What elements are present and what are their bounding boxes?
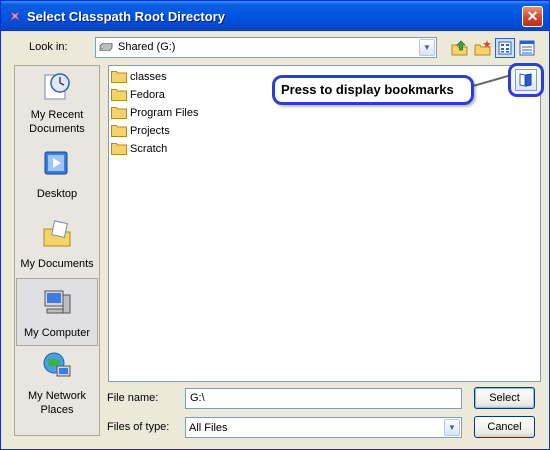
place-desktop[interactable]: Desktop <box>16 148 98 208</box>
app-icon <box>9 10 21 22</box>
file-name-input[interactable]: G:\ <box>185 388 462 409</box>
chevron-down-icon[interactable]: ▼ <box>419 39 435 56</box>
file-name: Program Files <box>130 106 199 119</box>
close-icon: ✕ <box>526 8 539 24</box>
callout-text: Press to display bookmarks <box>281 82 454 97</box>
look-in-dropdown[interactable]: Shared (G:) ▼ <box>95 37 437 58</box>
up-folder-button[interactable] <box>450 38 470 58</box>
bookmarks-button[interactable] <box>508 63 544 97</box>
chevron-down-icon[interactable]: ▼ <box>444 419 460 436</box>
list-item[interactable]: Program Files <box>111 106 198 122</box>
new-folder-icon <box>474 40 491 56</box>
place-recent-documents[interactable]: My Recent Documents <box>16 69 98 139</box>
bookmark-icon <box>515 69 537 91</box>
file-name: Fedora <box>130 88 165 101</box>
folder-icon <box>111 89 127 101</box>
files-of-type-value: All Files <box>189 422 228 434</box>
list-view-icon <box>498 41 512 55</box>
folder-icon <box>111 125 127 137</box>
recent-documents-icon <box>44 73 70 100</box>
details-view-button[interactable] <box>517 38 537 58</box>
bookmarks-callout: Press to display bookmarks <box>272 75 474 105</box>
my-computer-icon <box>44 290 71 314</box>
look-in-value: Shared (G:) <box>118 41 176 53</box>
files-of-type-dropdown[interactable]: All Files ▼ <box>185 417 462 438</box>
my-documents-icon <box>43 220 71 247</box>
list-view-button[interactable] <box>495 38 515 58</box>
look-in-label: Look in: <box>29 41 68 53</box>
desktop-icon <box>44 151 68 175</box>
place-label: My Network Places <box>27 390 87 416</box>
window-title: Select Classpath Root Directory <box>27 9 225 24</box>
place-label: My Computer <box>23 327 91 339</box>
folder-icon <box>111 71 127 83</box>
details-view-icon <box>519 40 535 56</box>
file-name: classes <box>130 70 167 83</box>
folder-icon <box>111 143 127 155</box>
place-my-computer[interactable]: My Computer <box>16 278 98 346</box>
title-bar[interactable]: Select Classpath Root Directory ✕ <box>1 1 549 31</box>
file-name: Scratch <box>130 142 168 155</box>
dialog-window: Select Classpath Root Directory ✕ Look i… <box>0 0 550 450</box>
up-folder-icon <box>451 40 468 56</box>
folder-icon <box>111 107 127 119</box>
place-label: My Recent Documents <box>29 109 85 135</box>
file-name: Projects <box>130 124 170 137</box>
close-button[interactable]: ✕ <box>522 6 543 27</box>
place-my-documents[interactable]: My Documents <box>16 218 98 278</box>
files-of-type-label: Files of type: <box>107 421 170 433</box>
place-label: Desktop <box>36 188 78 200</box>
select-button[interactable]: Select <box>474 387 535 409</box>
place-network-places[interactable]: My Network Places <box>16 350 98 420</box>
place-label: My Documents <box>20 258 94 270</box>
file-name-label: File name: <box>107 392 159 404</box>
drive-icon <box>99 43 113 51</box>
file-list[interactable]: classes Fedora Program Files Projects Sc… <box>108 65 541 382</box>
list-item[interactable]: classes <box>111 70 167 86</box>
cancel-button[interactable]: Cancel <box>474 416 535 438</box>
list-item[interactable]: Scratch <box>111 142 167 158</box>
list-item[interactable]: Projects <box>111 124 170 140</box>
network-places-icon <box>43 352 71 377</box>
list-item[interactable]: Fedora <box>111 88 165 104</box>
places-bar: My Recent Documents Desktop My Documents <box>14 65 100 436</box>
new-folder-button[interactable] <box>473 38 493 58</box>
